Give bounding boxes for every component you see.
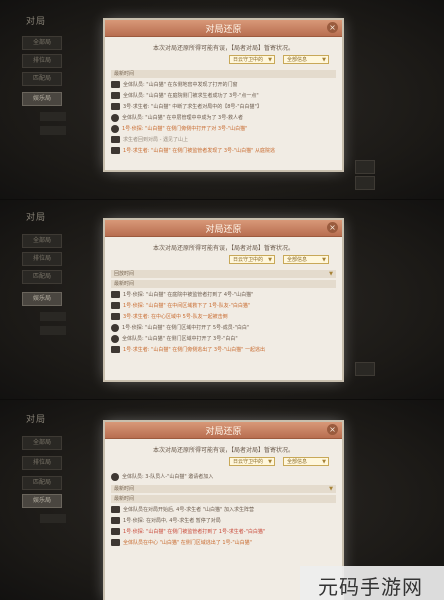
survivor-icon — [111, 517, 120, 524]
hunter-icon — [111, 334, 119, 343]
survivor-icon — [111, 92, 120, 99]
filter-bar: 日云守卫中的 ▼ 全部信息 ▼ — [105, 55, 342, 67]
sidebar-item-all[interactable]: 全部局 — [22, 436, 62, 450]
dialog-title: 对局还原 — [205, 25, 242, 35]
event-row: 1号·求生者: "山白猫" 在侧门被监管者发现了 3号-"山白猫" 从庭院逃 — [111, 146, 336, 157]
chevron-down-icon: ▼ — [329, 486, 333, 492]
dialog-note: 本次对局还原所得可能有误，【局者对局】暂寄状况。 — [152, 447, 294, 454]
event-row: 1号·侦探: "山白猫" 在侧门区域中打开了 5号-成员-"白白" — [111, 323, 336, 334]
dialog-note: 本次对局还原所得可能有误，【局者对局】暂寄状况。 — [152, 45, 294, 52]
dialog-note: 本次对局还原所得可能有误，【局者对局】暂寄状况。 — [152, 245, 294, 252]
event-row: 1号·侦探: "山白猫" 在中间区域救下了 1号-队友-"白白猫" — [111, 301, 336, 312]
filter-bar: 日云守卫中的 ▼ 全部信息 ▼ — [105, 457, 342, 469]
section-header: 最新时间 — [111, 70, 336, 78]
section-header: 最新时间 — [111, 495, 336, 503]
sidebar-item-match[interactable]: 匹配局 — [22, 270, 62, 284]
event-row: 3号·求生者: "山白猫" 中断了求生者对局中的【8号-"白白猫"】 — [111, 102, 336, 113]
sidebar-subitem[interactable] — [40, 312, 66, 321]
sidebar-item-ranked[interactable]: 排位局 — [22, 456, 62, 470]
survivor-icon — [111, 346, 120, 353]
sidebar-subitem[interactable] — [40, 112, 66, 121]
sidebar-item-all[interactable]: 全部局 — [22, 234, 62, 248]
event-row: 全体队员: "山白猫" 在中层管理中中成为了 3号-救人者 — [111, 113, 336, 124]
section-header-collapsible[interactable]: 最新时间 ▼ — [111, 485, 336, 493]
filter-bar: 日云守卫中的 ▼ 全部信息 ▼ — [105, 255, 342, 267]
survivor-icon — [111, 528, 120, 535]
site-watermark: 元码手游网 — [300, 566, 444, 600]
filter-dropdown-left[interactable]: 日云守卫中的 ▼ — [229, 55, 275, 64]
section-header: 最新时间 — [111, 280, 336, 288]
survivor-icon — [111, 81, 120, 88]
chevron-down-icon: ▼ — [268, 57, 272, 63]
screenshot-panel-2: 对局 全部局 排位局 匹配局 娱乐局 对局还原 × 本次对局还原所得可能有误，【… — [0, 200, 444, 400]
survivor-icon — [111, 103, 120, 110]
sidebar-subitem[interactable] — [40, 326, 66, 335]
match-replay-dialog: 对局还原 × 本次对局还原所得可能有误，【局者对局】暂寄状况。 日云守卫中的 ▼ … — [105, 220, 342, 380]
chevron-down-icon: ▼ — [329, 271, 333, 277]
event-row: 全体队员在中心 "山白猫" 在侧门区域逃出了 1号-"山白猫" — [111, 538, 336, 549]
close-icon[interactable]: × — [327, 222, 338, 233]
dialog-title: 对局还原 — [205, 225, 242, 235]
chevron-down-icon: ▼ — [268, 459, 272, 465]
hunter-icon — [111, 113, 119, 122]
sidebar-item-match[interactable]: 匹配局 — [22, 72, 62, 86]
close-icon[interactable]: × — [327, 22, 338, 33]
event-row: 1号·侦探: 在对局中, 4号-求生者 暂停了对局 — [111, 516, 336, 527]
survivor-icon — [111, 302, 120, 309]
watermark-text: 元码手游网 — [318, 575, 423, 599]
hunter-icon — [111, 124, 119, 133]
sidebar-item-fun[interactable]: 娱乐局 — [22, 494, 62, 508]
survivor-icon — [111, 147, 120, 154]
event-row: 1号·侦探: "山白猫" 在侧门被监管者打到了 1号-求生者-"白白猫" — [111, 527, 336, 538]
survivor-icon — [111, 539, 120, 546]
side-action-button[interactable] — [355, 160, 375, 174]
event-row: 1号·侦探: "山白猫" 在庭院中被监管者打到了 4号-"山白猫" — [111, 290, 336, 301]
event-row: 1号·求生者: "山白猫" 在侧门旁侧逃出了 3号-"山白猫" 一起逃出 — [111, 345, 336, 356]
event-row: 全体队员: "山白猫" 在庭院侧门被求生者成功了 3号-"点一点" — [111, 91, 336, 102]
sidebar-title: 对局 — [26, 17, 47, 27]
screenshot-panel-1: 对局 全部局 排位局 匹配局 娱乐局 对局还原 × 本次对局还原所得可能有误，【… — [0, 0, 444, 200]
sidebar-item-all[interactable]: 全部局 — [22, 36, 62, 50]
match-replay-dialog: 对局还原 × 本次对局还原所得可能有误，【局者对局】暂寄状况。 日云守卫中的 ▼ … — [105, 20, 342, 170]
sidebar-subitem[interactable] — [40, 126, 66, 135]
side-action-button[interactable] — [355, 362, 375, 376]
filter-dropdown-left[interactable]: 日云守卫中的 ▼ — [229, 457, 275, 466]
event-row: 全体队员: "山白猫" 在侧门区域中打开了 3号-"白白" — [111, 334, 336, 345]
dialog-header: 对局还原 × — [105, 220, 342, 237]
sidebar-item-match[interactable]: 匹配局 — [22, 476, 62, 490]
event-row: 1号·侦探: "山白猫" 在侧门旁侧中打开了对 3号-"山白猫" — [111, 124, 336, 135]
filter-dropdown-right[interactable]: 全部信息 ▼ — [283, 55, 329, 64]
side-action-button[interactable] — [355, 176, 375, 190]
survivor-icon — [111, 291, 120, 298]
sidebar-item-ranked[interactable]: 排位局 — [22, 54, 62, 68]
filter-dropdown-right[interactable]: 全部信息 ▼ — [283, 255, 329, 264]
chevron-down-icon: ▼ — [322, 257, 326, 263]
dialog-header: 对局还原 × — [105, 20, 342, 37]
sidebar-item-fun[interactable]: 娱乐局 — [22, 92, 62, 106]
survivor-icon — [111, 313, 120, 320]
filter-dropdown-left[interactable]: 日云守卫中的 ▼ — [229, 255, 275, 264]
event-row: 全体队员: 3-队员人-"山白猫" 邀请者加入 — [111, 472, 336, 483]
section-header-collapsible[interactable]: 回放时间 ▼ — [111, 270, 336, 278]
sidebar-item-ranked[interactable]: 排位局 — [22, 252, 62, 266]
event-row: 全体队员: "山白猫" 在东侧地窖中发现了打开的门窗 — [111, 80, 336, 91]
sidebar-title: 对局 — [26, 213, 47, 223]
sidebar-subitem[interactable] — [40, 514, 66, 523]
dialog-title: 对局还原 — [205, 427, 242, 437]
hunter-icon — [111, 323, 119, 332]
dialog-header: 对局还原 × — [105, 422, 342, 439]
sidebar-item-fun[interactable]: 娱乐局 — [22, 292, 62, 306]
event-row: 全体队员在对局开始后, 4号-求生者 "山白猫" 加入求生阵营 — [111, 505, 336, 516]
sidebar-title: 对局 — [26, 415, 47, 425]
chevron-down-icon: ▼ — [322, 459, 326, 465]
survivor-icon — [111, 136, 120, 143]
chevron-down-icon: ▼ — [322, 57, 326, 63]
close-icon[interactable]: × — [327, 424, 338, 435]
filter-dropdown-right[interactable]: 全部信息 ▼ — [283, 457, 329, 466]
event-row: 求生者回到对局 - 遇见了山上 — [111, 135, 336, 146]
chevron-down-icon: ▼ — [268, 257, 272, 263]
survivor-icon — [111, 506, 120, 513]
event-row: 3号·求生者: 在中心区域中 5号-队友一起被击倒 — [111, 312, 336, 323]
hunter-icon — [111, 472, 119, 481]
